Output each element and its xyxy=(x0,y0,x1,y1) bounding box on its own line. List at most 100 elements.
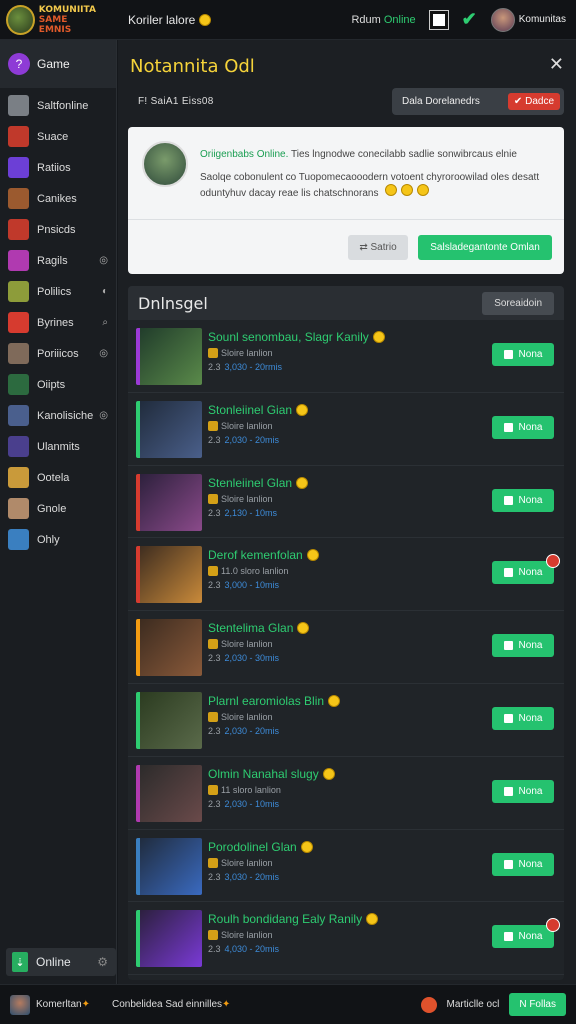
sidebar-item[interactable]: Pnsicds xyxy=(0,214,116,245)
dala-dorelanedrs-button[interactable]: Dala Dorelanedrs ✔ Dadce xyxy=(392,88,564,115)
nona-button[interactable]: Nona xyxy=(492,779,554,803)
list-title: Dnlnsgel xyxy=(138,293,208,313)
soreaidoin-button[interactable]: Soreaidoin xyxy=(482,291,554,315)
logo-line1: KOMUNIITA xyxy=(38,4,96,15)
item-count: 2.3 xyxy=(208,871,221,882)
check-icon[interactable]: ✔ xyxy=(462,9,477,30)
list-item[interactable]: Porodolinel Glan Sloire lanlion 2.3 3,030 -… xyxy=(128,830,564,903)
sidebar-item[interactable]: Canikes xyxy=(0,183,116,214)
thumbnail-stripe xyxy=(136,691,140,749)
sidebar-item[interactable]: Suace xyxy=(0,121,116,152)
coin-icon xyxy=(199,13,212,26)
follow-button[interactable]: N Follas xyxy=(509,993,566,1016)
item-count: 2.3 xyxy=(208,507,221,518)
app-logo[interactable]: KOMUNIITA SAME EMNIS xyxy=(0,0,100,40)
item-count: 2.3 xyxy=(208,725,221,736)
sidebar-item[interactable]: Byrines ⌕ xyxy=(0,307,116,338)
item-stats: 2,030 - 10mis xyxy=(224,798,280,809)
sidebar-item[interactable]: Ratiios xyxy=(0,152,116,183)
sidebar-item[interactable]: Gnole xyxy=(0,493,116,524)
user-menu[interactable]: Komunitas xyxy=(490,7,566,32)
game-thumbnail-icon xyxy=(8,436,29,457)
emoji-icon xyxy=(417,184,430,196)
item-title: Stentelima Glan xyxy=(208,621,294,636)
game-thumbnail-icon xyxy=(8,467,29,488)
list-item[interactable]: Sounl senombau, Slagr Kanily Sloire lanli… xyxy=(128,320,564,393)
nona-button[interactable]: Nona xyxy=(492,415,554,439)
list-item[interactable]: Plarnl earomiolas Blin Sloire lanlion 2.3 2… xyxy=(128,684,564,757)
tag-icon xyxy=(208,711,218,722)
dadce-button[interactable]: ✔ Dadce xyxy=(507,93,560,110)
list-item[interactable]: Derof kemenfolan 11.0 sloro lanlion 2.3 3,0… xyxy=(128,538,564,612)
game-thumbnail xyxy=(136,400,202,458)
item-meta: Sloire lanlion xyxy=(221,420,273,431)
sidebar-item-label: Saltfonline xyxy=(37,99,89,112)
item-count: 2.3 xyxy=(208,798,221,809)
thumbnail-stripe xyxy=(136,546,140,604)
sidebar-item[interactable]: Ulanmits xyxy=(0,431,116,462)
thumbnail-stripe xyxy=(136,619,140,677)
sidebar-item-label: Poriiicos xyxy=(37,347,79,360)
nona-button[interactable]: Nona xyxy=(492,343,554,366)
sidebar-item-label: Suace xyxy=(37,130,69,143)
footer-message: Conbelidea Sad einnilles xyxy=(111,999,223,1010)
sidebar-item[interactable]: Oiipts xyxy=(0,369,116,400)
logo-emblem-icon xyxy=(6,4,35,35)
top-title: Koriler lalore xyxy=(128,13,212,27)
avatar[interactable] xyxy=(10,994,30,1015)
list-item[interactable]: Stentelima Glan Sloire lanlion 2.3 2,030 - … xyxy=(128,611,564,684)
list-item[interactable]: Roulh bondidang Ealy Ranily Sloire lanlio… xyxy=(128,902,564,976)
list-item[interactable]: Stonleiinel Gian Sloire lanlion 2.3 2,030 -… xyxy=(128,393,564,466)
sidebar-item-label: Pnsicds xyxy=(37,223,76,236)
play-icon xyxy=(503,859,513,869)
options-icon[interactable]: ◐ xyxy=(102,286,108,297)
record-icon[interactable] xyxy=(420,996,437,1013)
sidebar-item[interactable]: Ohly xyxy=(0,524,116,555)
item-title: Olmin Nanahal slugy xyxy=(208,766,319,781)
item-title: Derof kemenfolan xyxy=(208,548,303,563)
nona-button[interactable]: Nona xyxy=(492,634,554,658)
list-item[interactable]: Olmin Nanahal slugy 11 sloro lanlion 2.3 2,… xyxy=(128,757,564,830)
game-thumbnail xyxy=(136,546,202,604)
nona-button[interactable]: Nona xyxy=(492,852,554,876)
close-icon[interactable]: ✕ xyxy=(549,54,564,75)
nona-button[interactable]: Nona xyxy=(492,561,554,585)
notice-body-text: Saolqe cobonulent co Tuopomecaooodern vo… xyxy=(200,172,540,199)
options-icon[interactable]: ◎ xyxy=(99,255,108,266)
item-count: 2.3 xyxy=(208,434,221,445)
game-thumbnail-icon xyxy=(8,95,29,116)
sidebar-item-label: Kanolisiche xyxy=(37,409,94,422)
nona-button[interactable]: Nona xyxy=(492,488,554,512)
nona-button[interactable]: Nona xyxy=(492,706,554,730)
sidebar-item[interactable]: Ootela xyxy=(0,462,116,493)
options-icon[interactable]: ◎ xyxy=(99,410,108,421)
game-thumbnail-icon xyxy=(8,219,29,240)
accept-button[interactable]: Salsladegantonte Omlan xyxy=(418,235,552,260)
game-thumbnail-icon xyxy=(8,343,29,364)
sidebar-item[interactable]: Ragils ◎ xyxy=(0,245,116,276)
username: Komunitas xyxy=(518,14,566,25)
sidebar-item[interactable]: Saltfonline xyxy=(0,90,116,121)
options-icon[interactable]: ◎ xyxy=(99,348,108,359)
sidebar-item[interactable]: Poriiicos ◎ xyxy=(0,338,116,369)
item-meta: Sloire lanlion xyxy=(221,639,273,650)
qr-code-icon[interactable] xyxy=(428,9,449,30)
item-stats: 2,130 - 10ms xyxy=(224,507,278,518)
sidebar-item-label: Ulanmits xyxy=(37,440,80,453)
sidebar-item[interactable]: Polilics ◐ xyxy=(0,276,116,307)
satrio-button[interactable]: ⇄ Satrio xyxy=(348,235,408,260)
logo-line2: SAME EMNIS xyxy=(38,14,72,35)
gear-icon[interactable]: ⚙ xyxy=(97,955,108,969)
sidebar-item[interactable]: Kanolisiche ◎ xyxy=(0,400,116,431)
tag-icon xyxy=(208,420,218,431)
item-title: Stenleiinel Glan xyxy=(208,475,293,490)
sidebar-online-toggle[interactable]: ⇣ Online ⚙ xyxy=(6,948,116,976)
play-icon xyxy=(503,350,513,359)
list-item[interactable]: Stenleiinel Glan Sloire lanlion 2.3 2,130 -… xyxy=(128,466,564,539)
sidebar-item-game[interactable]: ? Game xyxy=(0,40,116,88)
options-icon[interactable]: ⌕ xyxy=(102,317,108,328)
nona-button[interactable]: Nona xyxy=(492,925,554,949)
item-stats: 3,030 - 20mis xyxy=(224,871,280,882)
game-thumbnail xyxy=(136,837,202,895)
game-thumbnail-icon xyxy=(8,374,29,395)
